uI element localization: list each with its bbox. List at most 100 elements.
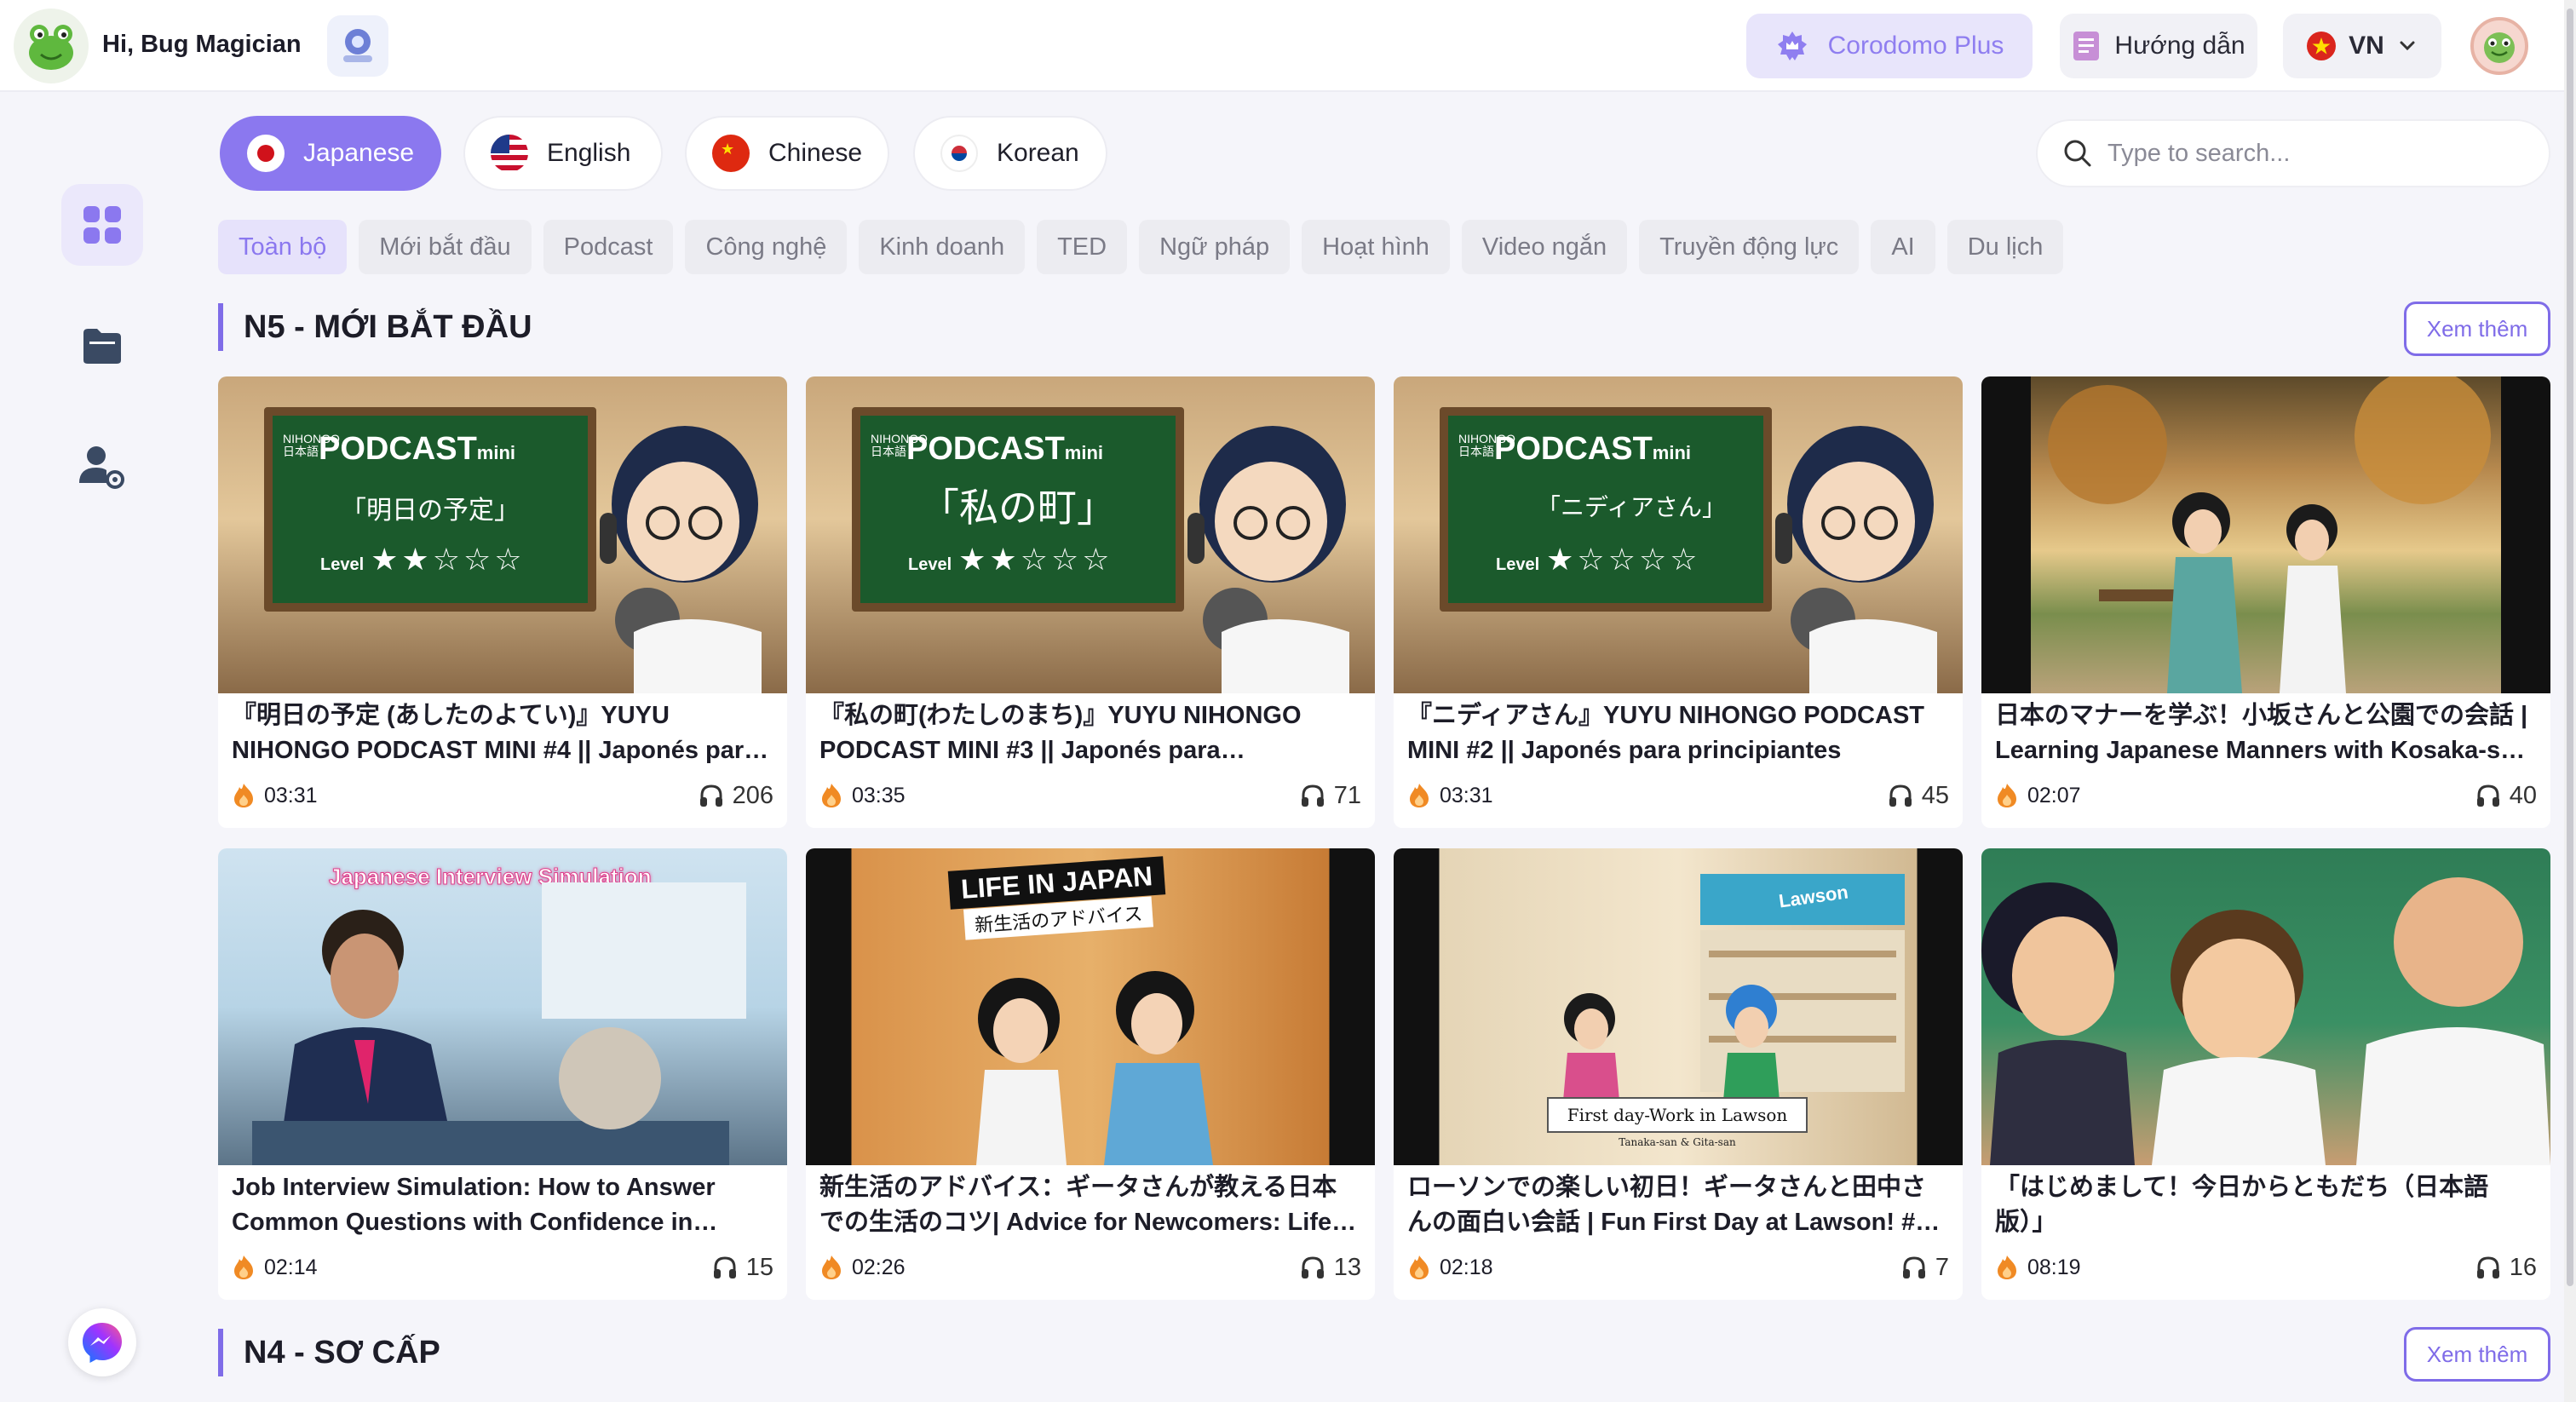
- thumb-podcast-label: PODCAST: [1494, 431, 1653, 467]
- video-listen-count: 40: [2509, 781, 2537, 809]
- headphones-icon: [1301, 1256, 1324, 1278]
- language-pill-chinese[interactable]: ★ Chinese: [685, 116, 889, 191]
- corodomo-plus-button[interactable]: Corodomo Plus: [1746, 14, 2033, 78]
- video-title[interactable]: 新生活のアドバイス：ギータさんが教える日本での生活のコツ| Advice for…: [819, 1170, 1361, 1240]
- language-selector[interactable]: VN: [2283, 14, 2441, 78]
- video-duration: 02:18: [1440, 1255, 1493, 1279]
- guide-label: Hướng dẫn: [2114, 32, 2245, 60]
- headphones-icon: [1301, 784, 1324, 807]
- video-meta: 02:07 40: [1995, 779, 2537, 813]
- thumb-mini-label: mini: [1652, 442, 1692, 463]
- category-chip-all[interactable]: Toàn bộ: [218, 220, 348, 274]
- video-listen-count: 13: [1333, 1253, 1361, 1281]
- headphones-icon: [2476, 1256, 2499, 1278]
- japan-flag-icon: [247, 135, 285, 172]
- page-scrollbar[interactable]: [2564, 0, 2576, 1402]
- video-thumbnail: Lawson First day-Work in Lawson Tanaka-s…: [1394, 848, 1963, 1165]
- category-chip-beginner[interactable]: Mới bắt đầu: [359, 220, 532, 274]
- park-characters-illustration: [2048, 376, 2491, 693]
- frog-logo[interactable]: [14, 9, 89, 83]
- thumb-mini-label: mini: [1064, 442, 1104, 463]
- podcast-host-illustration: [1187, 426, 1349, 693]
- headphones-icon: [1902, 1256, 1925, 1278]
- thumb-nihongo-jp-label: 日本語: [283, 445, 319, 458]
- category-chip-grammar[interactable]: Ngữ pháp: [1139, 220, 1291, 274]
- korea-flag-icon: [940, 135, 978, 172]
- category-chip-short-video[interactable]: Video ngắn: [1461, 220, 1628, 274]
- thumb-episode-title: 「私の町」: [920, 485, 1116, 531]
- video-title[interactable]: 『明日の予定 (あしたのよてい)』YUYU NIHONGO PODCAST MI…: [232, 698, 773, 768]
- category-chip-travel[interactable]: Du lịch: [1946, 220, 2064, 274]
- video-thumbnail: NIHONGO 日本語 PODCASTmini 「私の町」 Level ★★☆☆☆: [806, 376, 1375, 693]
- avatar-frog-icon: [2484, 32, 2515, 63]
- top-bar: Hi, Bug Magician Corodomo Plus Hướng dẫn…: [0, 0, 2576, 92]
- greeting-text: Hi, Bug Magician: [102, 31, 302, 58]
- category-chip-technology[interactable]: Công nghệ: [685, 220, 848, 274]
- language-pill-label: Chinese: [768, 139, 863, 167]
- video-card[interactable]: 「はじめまして！今日からともだち（日本語版）」 08:19 16: [1981, 848, 2550, 1300]
- thumb-nihongo-jp-label: 日本語: [1458, 445, 1494, 458]
- language-code: VN: [2349, 32, 2384, 60]
- user-settings-icon: [79, 446, 124, 489]
- video-title[interactable]: 「はじめまして！今日からともだち（日本語版）」: [1995, 1170, 2537, 1240]
- language-pill-korean[interactable]: Korean: [913, 116, 1107, 191]
- search-box[interactable]: [2036, 119, 2550, 187]
- thumb-level-label: Level: [320, 555, 365, 574]
- sidebar-item-dashboard[interactable]: [61, 184, 143, 266]
- sidebar-item-account-settings[interactable]: [61, 426, 143, 508]
- category-chip-animation[interactable]: Hoạt hình: [1302, 220, 1450, 274]
- corodomo-plus-label: Corodomo Plus: [1827, 32, 2004, 60]
- category-chip-motivation[interactable]: Truyền động lực: [1639, 220, 1860, 274]
- video-listen-count: 206: [732, 781, 773, 809]
- thumb-level-label: Level: [908, 555, 952, 574]
- video-meta: 03:35 71: [819, 779, 1361, 813]
- video-card[interactable]: Lawson First day-Work in Lawson Tanaka-s…: [1394, 848, 1963, 1300]
- thumb-episode-title: 「明日の予定」: [341, 496, 520, 526]
- video-title[interactable]: ローソンでの楽しい初日！ギータさんと田中さんの面白い会話 | Fun First…: [1407, 1170, 1949, 1240]
- video-card[interactable]: LIFE IN JAPAN 新生活のアドバイス 新生活のアドバイス：ギータさんが…: [806, 848, 1375, 1300]
- messenger-icon: [83, 1323, 122, 1363]
- search-input[interactable]: [2107, 139, 2533, 168]
- scrollbar-thumb[interactable]: [2567, 9, 2573, 1286]
- video-card[interactable]: 日本のマナーを学ぶ！小坂さんと公園での会話 | Learning Japanes…: [1981, 376, 2550, 828]
- video-title[interactable]: Job Interview Simulation: How to Answer …: [232, 1170, 773, 1240]
- language-pill-japanese[interactable]: Japanese: [220, 116, 441, 191]
- thumb-caption: First day-Work in Lawson: [1547, 1097, 1808, 1133]
- video-meta: 02:18 7: [1407, 1250, 1949, 1284]
- sidebar-item-folders[interactable]: [61, 305, 143, 387]
- video-duration: 02:07: [2027, 783, 2081, 807]
- see-more-button-n4[interactable]: Xem thêm: [2404, 1327, 2550, 1382]
- video-thumbnail: [1981, 848, 2550, 1165]
- cafe-characters-illustration: [976, 971, 1213, 1165]
- category-chip-ai[interactable]: AI: [1871, 220, 1935, 274]
- video-title[interactable]: 日本のマナーを学ぶ！小坂さんと公園での会話 | Learning Japanes…: [1995, 698, 2537, 768]
- section-title-n5: N5 - MỚI BẮT ĐẦU: [218, 303, 532, 351]
- video-card[interactable]: NIHONGO 日本語 PODCASTmini 「ニディアさん」 Level ★☆☆…: [1394, 376, 1963, 828]
- thumb-subcaption: Tanaka-san & Gita-san: [1619, 1136, 1736, 1148]
- category-chip-podcast[interactable]: Podcast: [543, 220, 674, 274]
- messenger-chat-button[interactable]: [68, 1308, 136, 1376]
- headphones-icon: [713, 1256, 736, 1278]
- level-stars: ★☆☆☆☆: [1546, 542, 1701, 577]
- video-title[interactable]: 『私の町(わたしのまち)』YUYU NIHONGO PODCAST MINI #…: [819, 698, 1361, 768]
- user-avatar[interactable]: [2470, 17, 2528, 75]
- video-title[interactable]: 『ニディアさん』YUYU NIHONGO PODCAST MINI #2 || …: [1407, 698, 1949, 768]
- see-more-button-n5[interactable]: Xem thêm: [2404, 302, 2550, 356]
- language-pill-english[interactable]: English: [463, 116, 663, 191]
- fire-icon: [1998, 1255, 2016, 1279]
- chalkboard: NIHONGO 日本語 PODCASTmini 「私の町」 Level ★★☆☆☆: [852, 407, 1184, 612]
- video-card[interactable]: Japanese Interview Simulation Job Interv…: [218, 848, 787, 1300]
- us-flag-icon: [491, 135, 528, 172]
- video-card[interactable]: NIHONGO 日本語 PODCASTmini 「明日の予定」 Level ★★☆☆…: [218, 376, 787, 828]
- video-listen-count: 45: [1921, 781, 1949, 809]
- guide-button[interactable]: Hướng dẫn: [2060, 14, 2257, 78]
- category-chip-business[interactable]: Kinh doanh: [859, 220, 1026, 274]
- search-icon: [2064, 140, 2091, 167]
- video-meta: 03:31 45: [1407, 779, 1949, 813]
- category-filter-bar: Toàn bộ Mới bắt đầu Podcast Công nghệ Ki…: [218, 220, 2064, 274]
- mascot-badge[interactable]: [327, 15, 388, 77]
- video-card[interactable]: NIHONGO 日本語 PODCASTmini 「私の町」 Level ★★☆☆☆ …: [806, 376, 1375, 828]
- fire-icon: [822, 1255, 841, 1279]
- category-chip-ted[interactable]: TED: [1037, 220, 1128, 274]
- level-stars: ★★☆☆☆: [371, 542, 526, 577]
